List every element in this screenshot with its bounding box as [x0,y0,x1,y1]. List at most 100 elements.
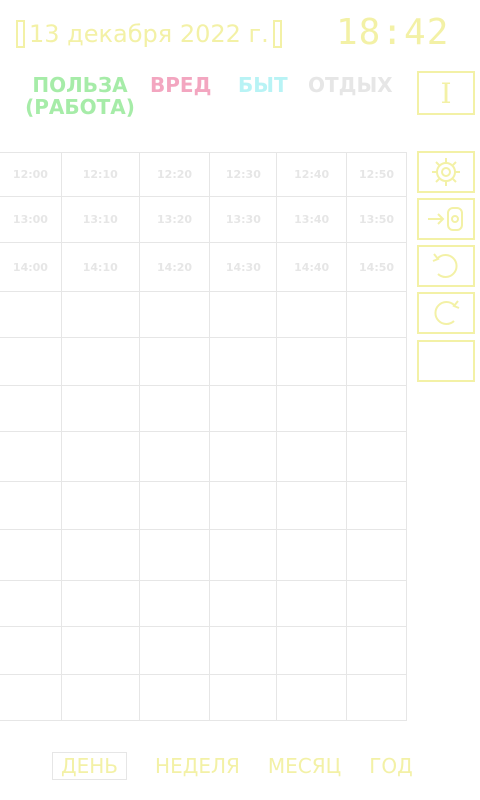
undo-button[interactable] [417,245,475,287]
time-slot[interactable] [138,626,211,675]
time-slot[interactable]: 12:10 [60,152,140,197]
time-slot[interactable] [60,431,140,482]
time-slot[interactable] [209,580,278,627]
grid-row [0,626,407,675]
time-slot[interactable] [346,431,407,482]
time-slot[interactable] [60,626,140,675]
time-slot[interactable] [138,385,211,432]
time-slot[interactable] [138,481,211,530]
time-slot[interactable] [276,580,348,627]
time-slot[interactable] [346,580,407,627]
time-slot[interactable]: 14:00 [0,242,62,292]
grid-row [0,674,407,721]
time-slot[interactable]: 13:00 [0,196,62,243]
time-slot[interactable]: 13:30 [209,196,278,243]
time-slot[interactable] [209,481,278,530]
time-slot[interactable] [0,385,62,432]
time-slot[interactable]: 12:40 [276,152,348,197]
time-slot[interactable]: 12:00 [0,152,62,197]
time-slot[interactable] [138,431,211,482]
category-harm[interactable]: ВРЕД [150,74,211,96]
time-slot[interactable] [0,431,62,482]
import-button[interactable] [417,198,475,240]
time-slot[interactable] [346,529,407,581]
time-slot[interactable] [346,291,407,338]
time-slot[interactable] [209,529,278,581]
grid-row [0,580,407,627]
time-slot[interactable] [0,529,62,581]
time-slot[interactable] [209,626,278,675]
time-slot[interactable] [138,337,211,386]
time-slot[interactable] [276,626,348,675]
time-slot[interactable]: 14:50 [346,242,407,292]
time-slot[interactable]: 12:30 [209,152,278,197]
time-slot[interactable] [276,674,348,721]
info-button[interactable]: I [417,71,475,115]
time-slot[interactable] [209,291,278,338]
tab-year[interactable]: ГОД [369,754,413,778]
time-slot[interactable] [276,385,348,432]
time-slot[interactable] [346,626,407,675]
time-slot[interactable] [60,385,140,432]
tab-month[interactable]: МЕСЯЦ [268,754,341,778]
time-slot[interactable] [60,674,140,721]
import-icon [428,207,463,231]
time-slot[interactable] [0,337,62,386]
time-slot[interactable] [138,674,211,721]
time-slot[interactable]: 12:50 [346,152,407,197]
time-slot[interactable]: 14:30 [209,242,278,292]
date-text: 13 декабря 2022 г. [29,20,269,48]
grid-row [0,337,407,386]
time-slot[interactable] [276,481,348,530]
settings-icon [432,158,460,186]
category-household[interactable]: БЫТ [238,74,288,96]
time-slot[interactable] [60,481,140,530]
time-grid: 12:00 12:10 12:20 12:30 12:40 12:50 13:00 13:10… [0,152,407,721]
time-slot[interactable]: 14:40 [276,242,348,292]
settings-button[interactable] [417,151,475,193]
time-slot[interactable]: 13:40 [276,196,348,243]
time-slot[interactable] [346,481,407,530]
time-slot[interactable] [60,337,140,386]
undo-icon [432,253,458,278]
time-slot[interactable] [276,431,348,482]
grid-row [0,481,407,530]
time-slot[interactable]: 14:20 [138,242,211,292]
time-slot[interactable] [138,529,211,581]
time-slot[interactable]: 12:20 [138,152,211,197]
time-slot[interactable] [0,674,62,721]
time-slot[interactable] [209,674,278,721]
time-slot[interactable] [346,385,407,432]
time-slot[interactable] [0,580,62,627]
category-benefit[interactable]: ПОЛЬЗА (РАБОТА) [20,74,140,118]
time-slot[interactable] [0,291,62,338]
time-slot[interactable] [209,337,278,386]
time-slot[interactable]: 13:20 [138,196,211,243]
redo-button[interactable] [417,292,475,334]
time-slot[interactable]: 13:10 [60,196,140,243]
clock: 18:42 [336,12,450,53]
time-slot[interactable] [138,291,211,338]
tab-day[interactable]: ДЕНЬ [52,752,128,780]
time-slot[interactable] [209,385,278,432]
time-slot[interactable] [346,337,407,386]
period-tabs: ДЕНЬ НЕДЕЛЯ МЕСЯЦ ГОД [52,752,441,780]
time-slot[interactable] [60,529,140,581]
date-display[interactable]: 13 декабря 2022 г. [16,16,282,52]
redo-icon [434,300,460,325]
time-slot[interactable] [138,580,211,627]
tab-week[interactable]: НЕДЕЛЯ [155,754,240,778]
empty-button[interactable] [417,340,475,382]
time-slot[interactable] [276,291,348,338]
time-slot[interactable] [276,337,348,386]
time-slot[interactable] [0,481,62,530]
time-slot[interactable] [346,674,407,721]
time-slot[interactable] [276,529,348,581]
time-slot[interactable] [209,431,278,482]
time-slot[interactable]: 13:50 [346,196,407,243]
time-slot[interactable] [60,580,140,627]
time-slot[interactable]: 14:10 [60,242,140,292]
time-slot[interactable] [60,291,140,338]
time-slot[interactable] [0,626,62,675]
category-rest[interactable]: ОТДЫХ [308,74,393,96]
